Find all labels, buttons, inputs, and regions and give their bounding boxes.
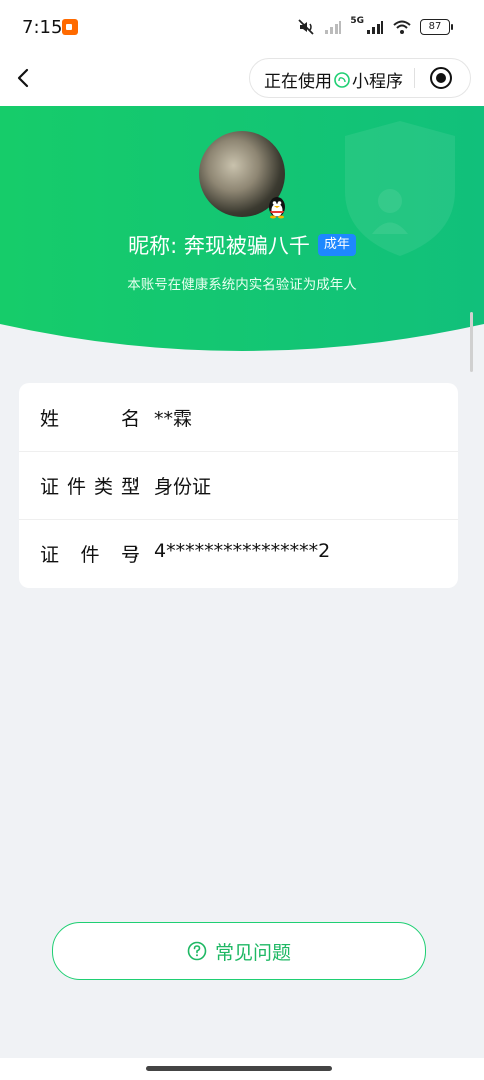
row-label: 证 件 号 [40,540,140,567]
faq-label: 常见问题 [214,941,291,964]
label-char: 证 [40,544,60,566]
label-char: 类 [93,476,113,498]
faq-button[interactable]: 常见问题 [52,922,426,980]
status-bar: 7:15 5G 87 [0,0,484,54]
signal-strong-icon [367,21,383,34]
capsule-divider [414,68,415,88]
label-char: 件 [80,544,100,566]
capsule-program-label: 小程序 [352,72,403,92]
capsule-label: 正在使用 [264,72,332,92]
nickname-line: 昵称: 奔现被骗八千 成年 [0,230,484,260]
battery-icon: 87 [420,19,453,35]
home-indicator[interactable] [146,1066,332,1071]
status-icons: 5G 87 [296,16,453,38]
mini-program-icon [334,71,350,88]
back-arrow-icon[interactable] [12,66,36,90]
network-type: 5G [350,16,364,26]
nickname: 昵称: 奔现被骗八千 [128,234,310,258]
question-circle-icon [187,941,207,961]
close-mini-program-icon[interactable] [430,67,452,89]
label-colon: : [133,472,140,494]
label-char: 姓 [40,408,60,430]
info-row-id-number: 证 件 号 : 4****************2 [19,519,458,587]
info-row-name: 姓 名 : **霖 [19,383,458,452]
capsule-status: 正在使用 小程序 [264,67,403,92]
screen-record-icon [62,19,78,35]
name-value: **霖 [154,408,193,430]
adult-badge: 成年 [317,234,356,256]
row-label: 姓 名 [40,404,140,431]
identity-card: 姓 名 : **霖 证 件 类 型 : 身份证 证 件 号 : 4*******… [19,383,458,588]
mini-program-capsule[interactable]: 正在使用 小程序 [249,58,471,98]
label-char: 证 [40,476,60,498]
label-char: 件 [66,476,86,498]
label-colon: : [133,540,140,562]
id-type-value: 身份证 [154,476,212,498]
id-number-value: 4****************2 [154,540,331,562]
info-row-id-type: 证 件 类 型 : 身份证 [19,451,458,520]
qq-penguin-icon [269,197,285,219]
verification-note: 本账号在健康系统内实名验证为成年人 [127,277,357,293]
label-colon: : [133,404,140,426]
row-label: 证 件 类 型 [40,472,140,499]
mute-vibrate-icon [298,19,314,35]
scrollbar[interactable] [470,312,473,372]
status-time: 7:15 [22,17,63,38]
wifi-icon [393,20,411,34]
signal-weak-icon [325,21,342,34]
